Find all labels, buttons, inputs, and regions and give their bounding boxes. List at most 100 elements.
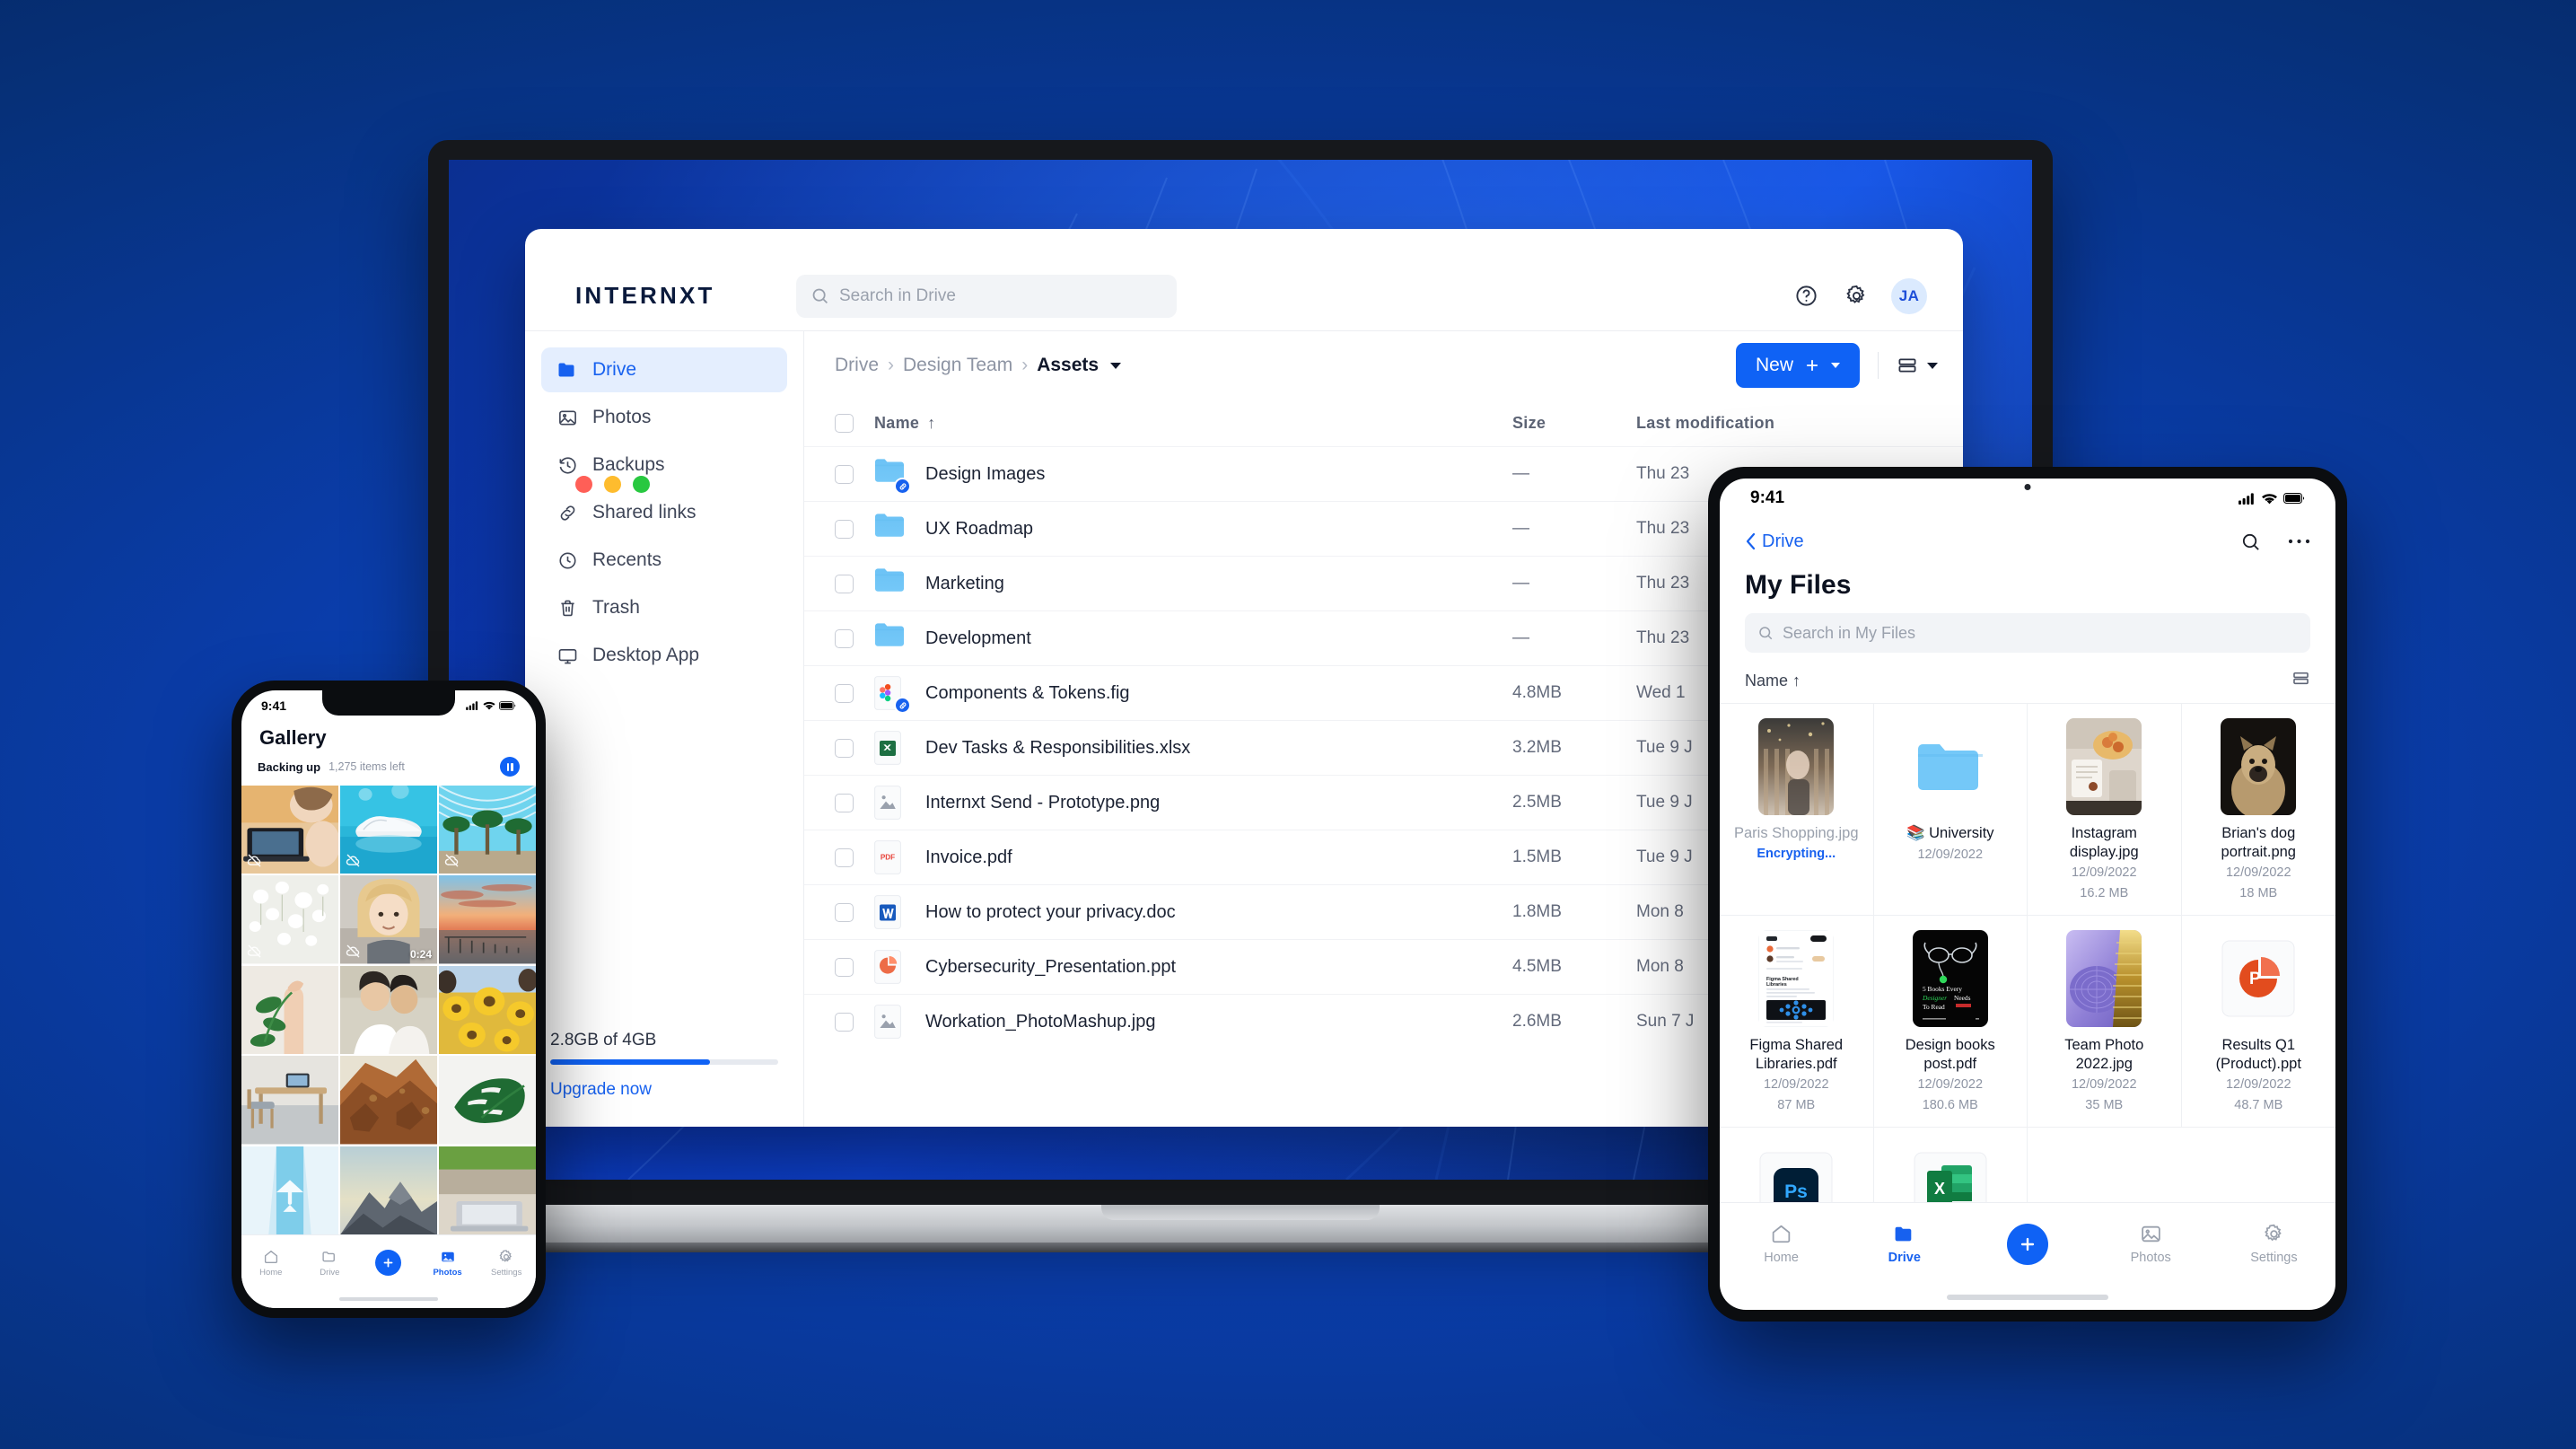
view-toggle-button[interactable] (1897, 355, 1938, 376)
help-circle-icon[interactable] (1791, 281, 1821, 312)
breadcrumb-item[interactable]: Drive (835, 355, 879, 376)
tab-settings[interactable]: Settings (2212, 1223, 2335, 1265)
photo-thumbnail[interactable] (241, 786, 338, 874)
plus-fab-icon[interactable] (375, 1250, 401, 1276)
select-all-checkbox[interactable] (835, 414, 854, 433)
chevron-left-icon (1745, 532, 1757, 550)
file-thumbnail (1758, 718, 1834, 815)
photo-icon (556, 406, 579, 429)
search-icon[interactable] (2240, 531, 2261, 552)
sidebar-item-desktop-app[interactable]: Desktop App (541, 633, 787, 678)
plus-fab-icon[interactable] (2007, 1224, 2048, 1265)
row-checkbox[interactable] (835, 958, 854, 977)
avatar[interactable]: JA (1891, 278, 1927, 314)
column-header-size[interactable]: Size (1512, 414, 1636, 433)
photo-thumbnail[interactable] (241, 875, 338, 963)
sort-label[interactable]: Name (1745, 672, 1788, 690)
photo-thumbnail[interactable] (439, 1146, 536, 1234)
close-button[interactable] (575, 476, 592, 493)
upgrade-link[interactable]: Upgrade now (550, 1080, 778, 1100)
file-name: Workation_PhotoMashup.jpg (925, 1012, 1155, 1032)
row-checkbox[interactable] (835, 903, 854, 922)
row-checkbox[interactable] (835, 794, 854, 812)
tab-home[interactable]: Home (1720, 1223, 1843, 1265)
file-cell[interactable]: Brian's dog portrait.png12/09/202218 MB (2182, 704, 2336, 916)
chevron-down-icon[interactable] (1110, 363, 1121, 369)
sort-arrow-icon[interactable]: ↑ (1792, 672, 1801, 690)
photo-thumbnail[interactable] (340, 1056, 437, 1144)
more-horizontal-icon[interactable] (2288, 538, 2310, 545)
main-toolbar: Drive › Design Team › Assets New (804, 331, 1963, 400)
photo-thumbnail[interactable]: 0:24 (340, 875, 437, 963)
sidebar-item-recents[interactable]: Recents (541, 538, 787, 583)
tab-drive[interactable]: Drive (1843, 1223, 1966, 1265)
file-cell[interactable]: PResults Q1 (Product).ppt12/09/202248.7 … (2182, 916, 2336, 1128)
row-checkbox[interactable] (835, 1013, 854, 1032)
tab-drive[interactable]: Drive (301, 1249, 360, 1278)
file-size: 1.8MB (1512, 902, 1636, 922)
sidebar-item-trash[interactable]: Trash (541, 585, 787, 630)
file-thumbnail (2066, 930, 2142, 1027)
photo-thumbnail[interactable] (241, 1056, 338, 1144)
row-checkbox[interactable] (835, 739, 854, 758)
photo-thumbnail[interactable] (340, 1146, 437, 1234)
photo-thumbnail[interactable] (439, 1056, 536, 1144)
photo-thumbnail[interactable] (241, 1146, 338, 1234)
row-checkbox[interactable] (835, 848, 854, 867)
minimize-button[interactable] (604, 476, 621, 493)
search-input[interactable]: Search in Drive (796, 275, 1177, 318)
pause-icon[interactable] (500, 757, 520, 777)
breadcrumb: Drive › Design Team › Assets (835, 355, 1121, 376)
tab-home[interactable]: Home (241, 1249, 301, 1278)
tab-add[interactable] (359, 1250, 418, 1276)
sort-arrow-icon: ↑ (927, 414, 935, 433)
tab-settings[interactable]: Settings (477, 1249, 536, 1278)
maximize-button[interactable] (633, 476, 650, 493)
photo-thumbnail[interactable] (340, 786, 437, 874)
new-button-label: New (1756, 355, 1793, 376)
file-name: Cybersecurity_Presentation.ppt (925, 957, 1176, 978)
sidebar-item-drive[interactable]: Drive (541, 347, 787, 392)
new-button[interactable]: New (1736, 343, 1860, 388)
video-duration: 0:24 (410, 948, 432, 961)
breadcrumb-separator: › (888, 355, 894, 376)
tablet-view-toggle[interactable] (2291, 669, 2310, 692)
row-checkbox[interactable] (835, 520, 854, 539)
phone-notch (322, 690, 455, 716)
file-cell[interactable]: Figma SharedLibrariesFigma Shared Librar… (1720, 916, 1874, 1128)
photo-thumbnail[interactable] (439, 966, 536, 1054)
tablet-file-grid: Paris Shopping.jpgEncrypting...📚 Univers… (1720, 703, 2335, 1202)
photo-thumbnail[interactable] (439, 875, 536, 963)
column-header-name[interactable]: Name ↑ (874, 414, 1512, 433)
row-checkbox[interactable] (835, 629, 854, 648)
tab-add[interactable] (1966, 1224, 2089, 1265)
breadcrumb-item-current[interactable]: Assets (1037, 355, 1099, 376)
row-checkbox[interactable] (835, 465, 854, 484)
back-button[interactable]: Drive (1745, 531, 1804, 552)
tablet-search-input[interactable]: Search in My Files (1745, 613, 2310, 653)
gear-icon[interactable] (1841, 281, 1871, 312)
file-cell[interactable]: Paris Shopping.jpgEncrypting... (1720, 704, 1874, 916)
sidebar-item-shared-links[interactable]: Shared links (541, 490, 787, 535)
file-cell[interactable]: Instagram display.jpg12/09/202216.2 MB (2028, 704, 2182, 916)
column-header-modified[interactable]: Last modification (1636, 414, 1932, 433)
tab-photos[interactable]: Photos (418, 1249, 478, 1278)
file-cell[interactable]: 5 Books EveryDesignerNeedsTo ReadDesign … (1874, 916, 2028, 1128)
page-title: Gallery (241, 721, 536, 757)
svg-text:PDF: PDF (881, 854, 895, 862)
breadcrumb-item[interactable]: Design Team (903, 355, 1012, 376)
file-cell[interactable]: Team Photo 2022.jpg12/09/202235 MB (2028, 916, 2182, 1128)
photo-thumbnail[interactable] (340, 966, 437, 1054)
file-date: 12/09/2022 (1764, 1076, 1829, 1093)
file-size: 1.5MB (1512, 847, 1636, 867)
file-cell[interactable]: 📚 University12/09/2022 (1874, 704, 2028, 916)
file-cell[interactable]: X (1874, 1128, 2028, 1202)
sidebar-item-photos[interactable]: Photos (541, 395, 787, 440)
file-cell[interactable]: Ps (1720, 1128, 1874, 1202)
row-checkbox[interactable] (835, 684, 854, 703)
row-checkbox[interactable] (835, 575, 854, 593)
photo-thumbnail[interactable] (241, 966, 338, 1054)
trash-icon (556, 596, 579, 619)
tab-photos[interactable]: Photos (2090, 1223, 2212, 1265)
photo-thumbnail[interactable] (439, 786, 536, 874)
